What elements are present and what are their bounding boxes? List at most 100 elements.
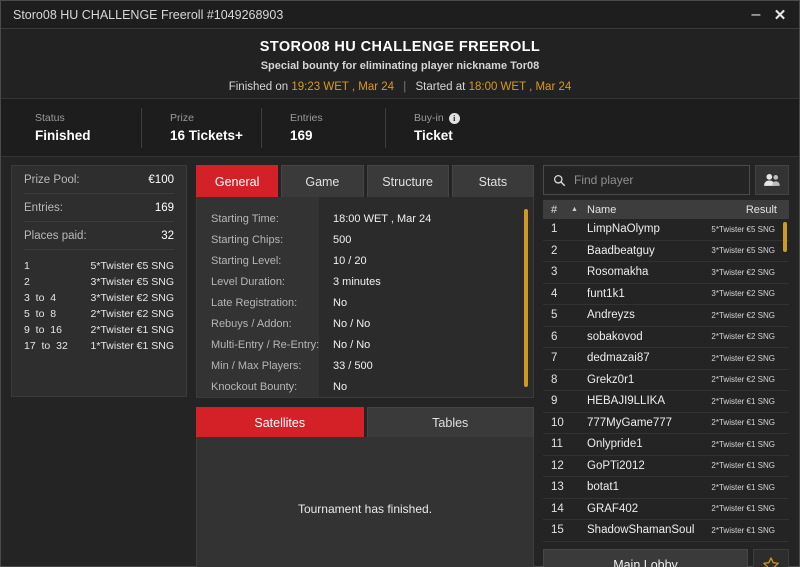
table-row[interactable]: 2 Baadbeatguy 3*Twister €5 SNG: [543, 241, 789, 262]
player-name: Andreyzs: [587, 309, 635, 322]
payout-place: 9 to 16: [24, 324, 62, 336]
tab-tables[interactable]: Tables: [366, 407, 534, 437]
started-label: Started at: [415, 80, 466, 93]
payout-place: 2: [24, 276, 30, 288]
sub-tabs: Satellites Tables: [196, 407, 534, 437]
page-title: STORO08 HU CHALLENGE FREEROLL: [259, 38, 541, 55]
finished-time: 19:23 WET , Mar 24: [291, 80, 395, 93]
detail-value: No / No: [333, 318, 371, 330]
player-rank: 2: [551, 244, 558, 257]
table-row[interactable]: 6 sobakovod 2*Twister €2 SNG: [543, 327, 789, 348]
table-row[interactable]: 10 777MyGame777 2*Twister €1 SNG: [543, 413, 789, 434]
status-message: Tournament has finished.: [297, 501, 433, 516]
player-rank: 7: [551, 352, 558, 365]
detail-value: No / No: [333, 339, 371, 351]
table-row[interactable]: 8 Grekz0r1 2*Twister €2 SNG: [543, 370, 789, 391]
close-icon[interactable]: ✕: [769, 4, 791, 26]
search-row: [543, 165, 789, 195]
table-row[interactable]: 13 botat1 2*Twister €1 SNG: [543, 477, 789, 499]
column-header-result[interactable]: Result: [746, 204, 781, 216]
detail-value: 33 / 500: [333, 360, 373, 372]
info-icon[interactable]: i: [448, 112, 460, 124]
stat-prize-label: Prize: [170, 112, 194, 124]
stat-entries-label: Entries: [289, 112, 323, 124]
payout-row: 3 to 4 3*Twister €2 SNG: [24, 290, 174, 306]
prize-pool-panel: Prize Pool: €100 Entries: 169 Places pai…: [11, 165, 187, 397]
column-header-num[interactable]: #: [551, 204, 571, 216]
player-result: 2*Twister €2 SNG: [711, 332, 775, 342]
footer-row: Main Lobby: [543, 548, 789, 567]
detail-label: Level Duration:: [211, 276, 285, 288]
player-rank: 4: [551, 287, 558, 300]
detail-value: 18:00 WET , Mar 24: [333, 213, 432, 225]
detail-value: 3 minutes: [333, 276, 381, 288]
sort-ascending-icon[interactable]: ▲: [571, 206, 587, 213]
player-list-scrollbar[interactable]: [783, 222, 787, 252]
player-rank: 13: [551, 481, 564, 494]
table-row[interactable]: 14 GRAF402 2*Twister €1 SNG: [543, 499, 789, 520]
stat-status-value: Finished: [35, 128, 91, 143]
star-icon: [763, 557, 779, 567]
detail-label: Rebuys / Addon:: [211, 318, 292, 330]
player-result: 5*Twister €5 SNG: [711, 224, 775, 234]
tab-stats[interactable]: Stats: [451, 165, 534, 197]
main-lobby-button[interactable]: Main Lobby: [543, 548, 748, 567]
player-name: GoPTi2012: [587, 459, 645, 472]
search-box[interactable]: [543, 165, 750, 195]
started-time: 18:00 WET , Mar 24: [468, 80, 572, 93]
people-icon[interactable]: [755, 165, 789, 195]
detail-label: Starting Time:: [211, 213, 279, 225]
satellites-panel: Tournament has finished.: [196, 437, 534, 567]
detail-label: Multi-Entry / Re-Entry:: [211, 339, 320, 351]
tournament-lobby-window: Storo08 HU CHALLENGE Freeroll #104926890…: [0, 0, 800, 567]
prize-pool-value: €100: [148, 173, 174, 186]
search-input[interactable]: [574, 173, 740, 187]
player-name: funt1k1: [587, 287, 625, 300]
detail-scrollbar[interactable]: [524, 209, 528, 387]
table-row[interactable]: 3 Rosomakha 3*Twister €2 SNG: [543, 262, 789, 284]
table-row[interactable]: 15 ShadowShamanSoul 2*Twister €1 SNG: [543, 520, 789, 542]
table-row[interactable]: 1 LimpNaOlymp 5*Twister €5 SNG: [543, 219, 789, 241]
stat-entries: Entries 169: [260, 107, 373, 148]
player-rank: 1: [551, 223, 558, 236]
title-bar: Storo08 HU CHALLENGE Freeroll #104926890…: [1, 1, 799, 29]
table-row[interactable]: 4 funt1k1 3*Twister €2 SNG: [543, 284, 789, 305]
tournament-header: STORO08 HU CHALLENGE FREEROLL Special bo…: [1, 29, 799, 99]
prize-pool-label: Prize Pool:: [24, 173, 80, 186]
places-paid-value: 32: [161, 229, 174, 242]
detail-label: Starting Chips:: [211, 234, 284, 246]
detail-label: Min / Max Players:: [211, 360, 302, 372]
tab-structure[interactable]: Structure: [366, 165, 449, 197]
payout-prize: 2*Twister €2 SNG: [90, 308, 174, 320]
player-name: sobakovod: [587, 330, 643, 343]
minimize-icon[interactable]: –: [745, 4, 767, 26]
tab-game[interactable]: Game: [281, 165, 364, 197]
tab-satellites[interactable]: Satellites: [196, 407, 364, 437]
player-name: Onlypride1: [587, 438, 643, 451]
payout-place: 5 to 8: [24, 308, 57, 320]
stat-buyin-label: Buy-in: [413, 112, 444, 124]
table-row[interactable]: 7 dedmazai87 2*Twister €2 SNG: [543, 348, 789, 370]
places-paid-row: Places paid: 32: [24, 222, 174, 250]
table-row[interactable]: 11 Onlypride1 2*Twister €1 SNG: [543, 434, 789, 456]
player-result: 2*Twister €2 SNG: [711, 353, 775, 363]
payout-place: 1: [24, 260, 30, 272]
favorite-button[interactable]: [753, 548, 789, 567]
entries-value: 169: [154, 201, 174, 214]
payout-place: 3 to 4: [24, 292, 57, 304]
prize-column: Prize Pool: €100 Entries: 169 Places pai…: [11, 165, 187, 567]
player-rank: 9: [551, 395, 558, 408]
bounty-subtitle: Special bounty for eliminating player ni…: [260, 59, 540, 72]
stat-buyin-value: Ticket: [413, 128, 453, 143]
detail-label-column: Starting Time: Starting Chips: Starting …: [197, 197, 319, 397]
column-header-name[interactable]: Name: [587, 204, 746, 216]
payout-prize: 5*Twister €5 SNG: [90, 260, 174, 272]
payout-list: 1 5*Twister €5 SNG 2 3*Twister €5 SNG 3 …: [24, 250, 174, 354]
table-row[interactable]: 9 HEBAJI9LLIKA 2*Twister €1 SNG: [543, 391, 789, 413]
tab-general[interactable]: General: [196, 165, 279, 197]
table-row[interactable]: 12 GoPTi2012 2*Twister €1 SNG: [543, 456, 789, 477]
player-rank: 14: [551, 502, 564, 515]
player-result: 3*Twister €5 SNG: [711, 246, 775, 256]
table-row[interactable]: 5 Andreyzs 2*Twister €2 SNG: [543, 305, 789, 327]
payout-row: 9 to 16 2*Twister €1 SNG: [24, 322, 174, 338]
